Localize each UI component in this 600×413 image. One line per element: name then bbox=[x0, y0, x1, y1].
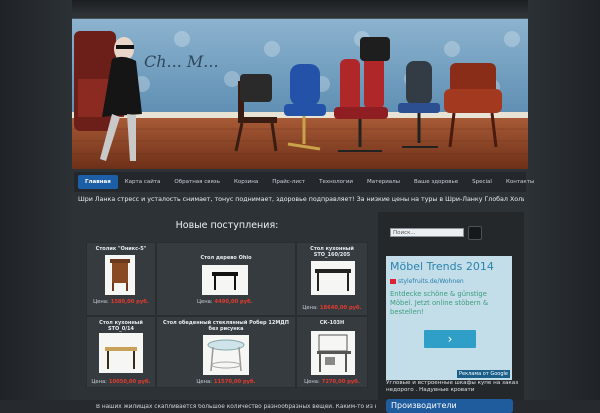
header-banner: Ch... M... bbox=[72, 18, 528, 169]
nav-materials[interactable]: Материалы bbox=[360, 172, 407, 192]
nav-health[interactable]: Ваше здоровье bbox=[407, 172, 465, 192]
flag-icon bbox=[390, 279, 396, 284]
nav-technologies[interactable]: Технологии bbox=[312, 172, 360, 192]
nav-feedback[interactable]: Обратная связь bbox=[167, 172, 227, 192]
product-image[interactable] bbox=[311, 261, 355, 295]
product-name[interactable]: Стол дерево Ohio bbox=[157, 255, 295, 261]
manufacturers-heading: Производители bbox=[386, 399, 513, 413]
page-background-right bbox=[528, 0, 600, 400]
nav-cart[interactable]: Корзина bbox=[227, 172, 265, 192]
product-price: Цена: 4490,00 руб. bbox=[197, 299, 253, 305]
nav-home[interactable]: Главная bbox=[78, 175, 118, 189]
nav-special[interactable]: Special bbox=[465, 172, 499, 192]
banner-image: Ch... M... bbox=[72, 19, 528, 169]
product-name[interactable]: Стол кухонный STO_160/205 bbox=[297, 246, 367, 258]
product-image[interactable] bbox=[99, 333, 143, 373]
product-name[interactable]: Стол кухонный STO_0/14 bbox=[87, 320, 155, 332]
site-wrapper: Ch... M... Главная Карта сайта Обратная … bbox=[72, 16, 534, 413]
ad-source[interactable]: stylefruits.de/Wohnen bbox=[390, 278, 464, 285]
main-navigation: Главная Карта сайта Обратная связь Корзи… bbox=[74, 172, 534, 192]
search-input[interactable]: Поиск... bbox=[390, 228, 464, 237]
promo-ticker[interactable]: Шри Ланка стресс и усталость снимает, то… bbox=[78, 196, 524, 203]
product-image[interactable] bbox=[105, 255, 135, 295]
product-name[interactable]: Стол обеденный стеклянный Робер 12МДП бе… bbox=[157, 320, 295, 332]
sidebar-link[interactable]: Угловые и встроенные шкафы купе на заказ… bbox=[386, 380, 520, 394]
product-price: Цена: 11570,00 руб. bbox=[196, 379, 256, 385]
product-card[interactable]: Стол обеденный стеклянный Робер 12МДП бе… bbox=[156, 316, 296, 388]
product-image[interactable] bbox=[203, 335, 249, 375]
page-background-left bbox=[0, 0, 72, 400]
ad-text: Entdecke schöne & günstige Möbel. Jetzt … bbox=[390, 290, 489, 316]
product-name[interactable]: Столик "Оникс-5" bbox=[87, 246, 155, 252]
product-price: Цена: 10050,00 руб. bbox=[91, 379, 151, 385]
ad-banner[interactable]: Möbel Trends 2014 stylefruits.de/Wohnen … bbox=[386, 256, 512, 380]
product-grid: Столик "Оникс-5" Цена: 1580,00 руб. Стол … bbox=[86, 242, 368, 388]
top-band bbox=[0, 0, 600, 16]
new-arrivals-title: Новые поступления: bbox=[175, 220, 279, 231]
product-card[interactable]: Стол дерево Ohio Цена: 4490,00 руб. bbox=[156, 242, 296, 316]
nav-contacts[interactable]: Контакты bbox=[499, 172, 541, 192]
product-name[interactable]: СК-103Н bbox=[297, 320, 367, 326]
nav-sitemap[interactable]: Карта сайта bbox=[118, 172, 168, 192]
ad-title[interactable]: Möbel Trends 2014 bbox=[390, 260, 494, 273]
ad-attribution[interactable]: Реклама от Google bbox=[457, 370, 510, 378]
product-card[interactable]: Стол кухонный STO_0/14 Цена: 10050,00 руб… bbox=[86, 316, 156, 388]
product-image[interactable] bbox=[202, 265, 248, 295]
product-card[interactable]: Стол кухонный STO_160/205 Цена: 18640,00 … bbox=[296, 242, 368, 316]
svg-text:Ch... M...: Ch... M... bbox=[144, 52, 219, 71]
product-image[interactable] bbox=[311, 331, 355, 375]
product-price: Цена: 1580,00 руб. bbox=[93, 299, 149, 305]
search-button[interactable] bbox=[468, 226, 482, 240]
article-intro: В наших жилищах скапливается большое кол… bbox=[96, 404, 376, 410]
nav-price-list[interactable]: Прайс-лист bbox=[265, 172, 312, 192]
product-price: Цена: 18640,00 руб. bbox=[302, 305, 362, 311]
sidebar: Поиск... Möbel Trends 2014 stylefruits.d… bbox=[378, 212, 524, 413]
product-card[interactable]: Столик "Оникс-5" Цена: 1580,00 руб. bbox=[86, 242, 156, 316]
ad-arrow-button[interactable]: › bbox=[424, 330, 476, 348]
product-card[interactable]: СК-103Н Цена: 7270,00 руб. bbox=[296, 316, 368, 388]
product-price: Цена: 7270,00 руб. bbox=[304, 379, 360, 385]
